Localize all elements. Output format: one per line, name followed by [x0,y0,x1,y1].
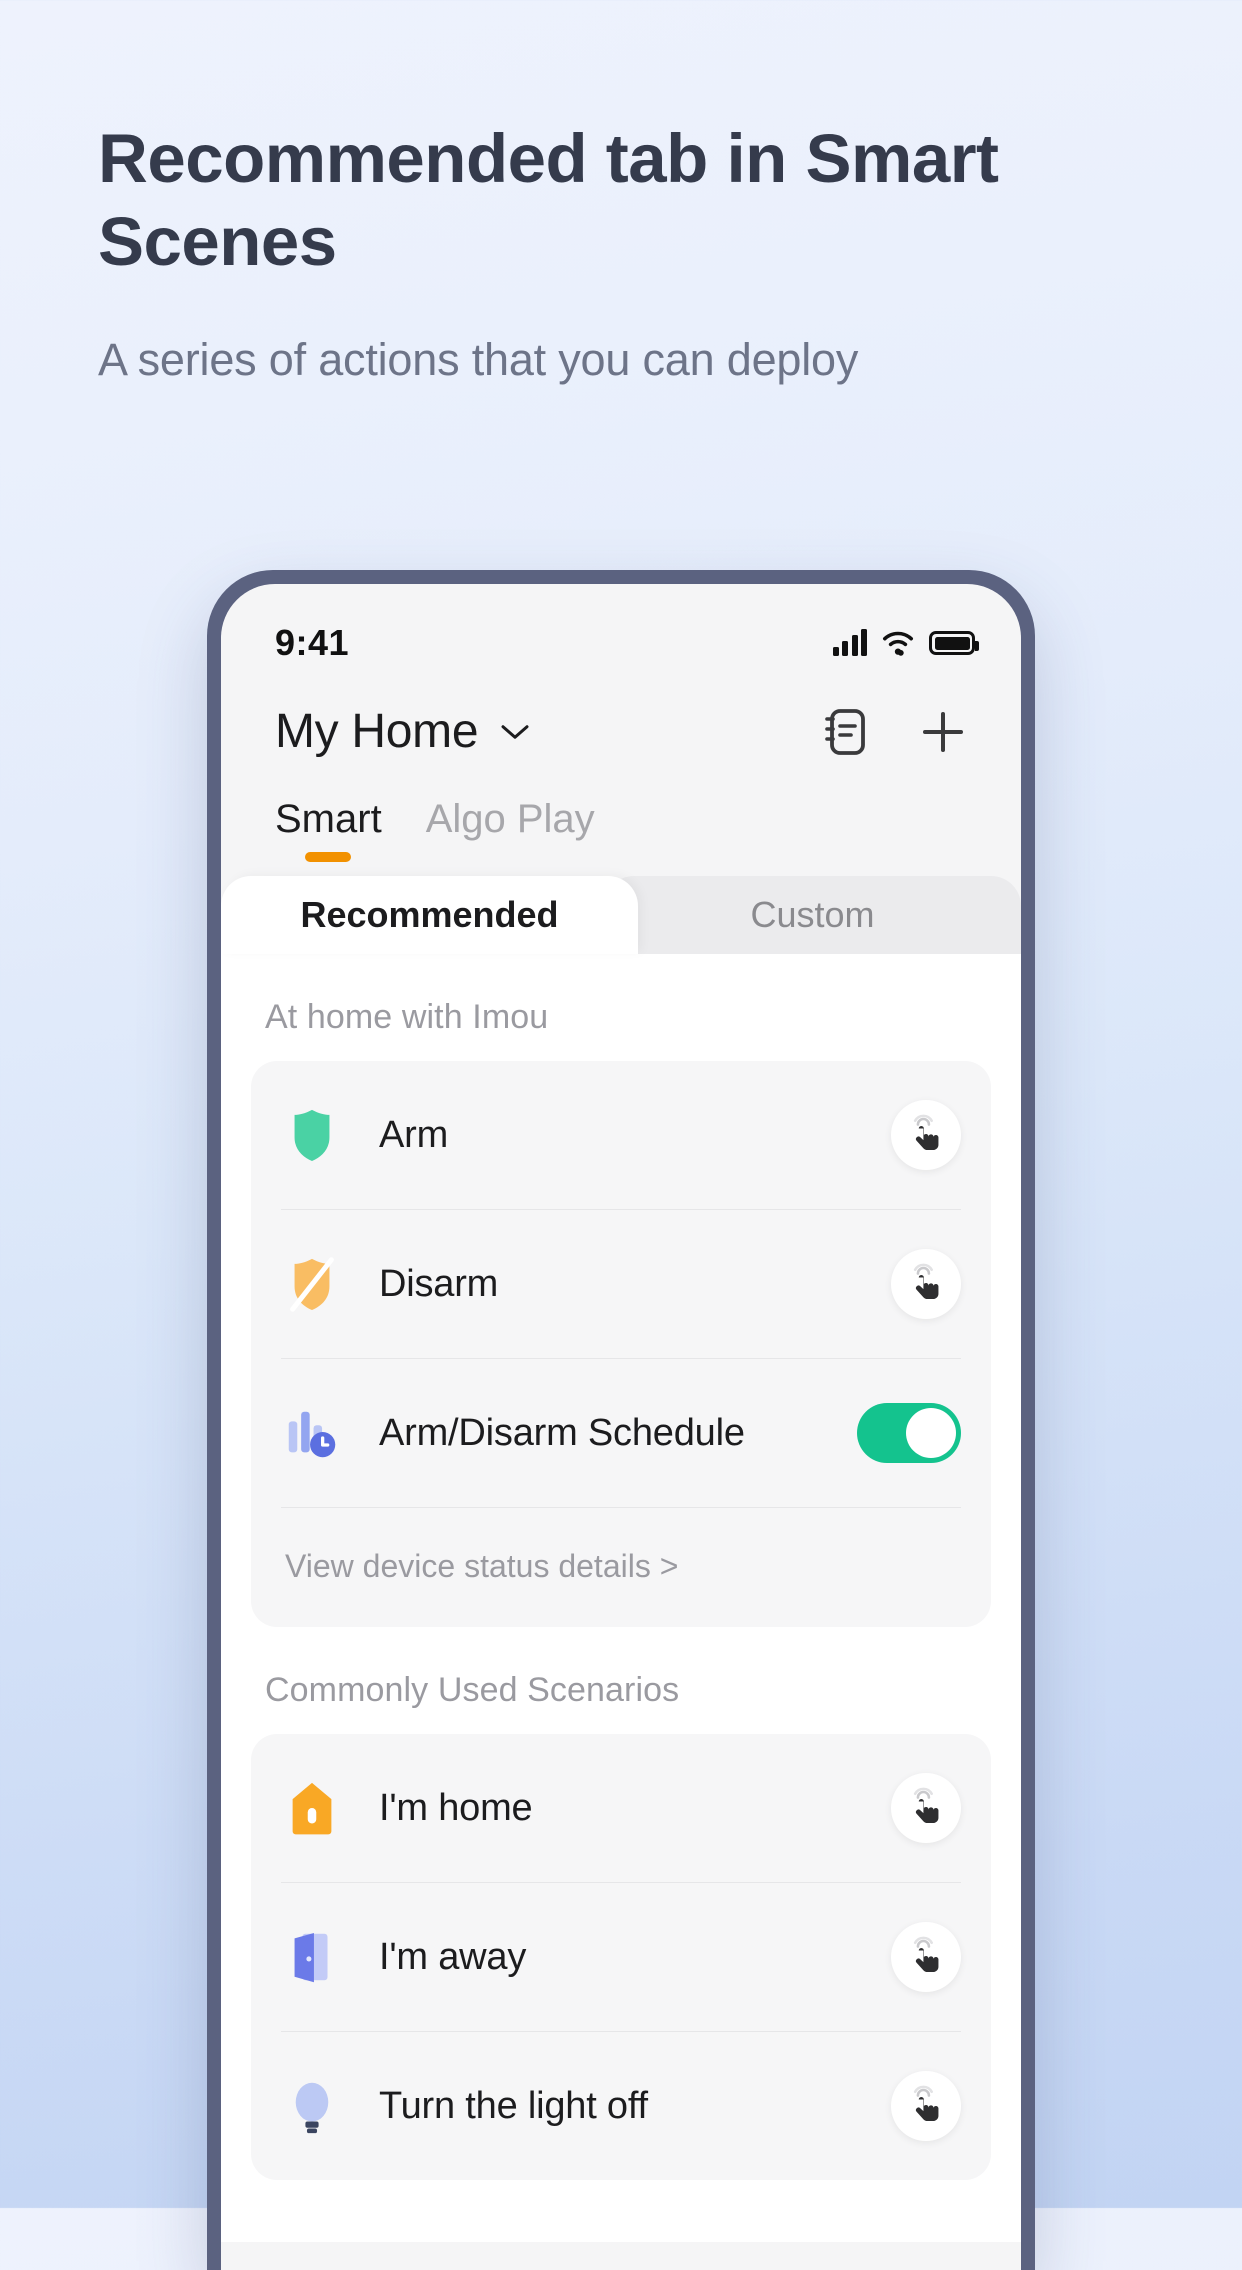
phone-mockup: 9:41 My Home Smart Algo Play Recommended… [207,570,1035,2270]
shield-icon [281,1104,343,1166]
page-title: Recommended tab in Smart Scenes [98,120,999,280]
notebook-icon[interactable] [823,707,867,757]
schedule-toggle[interactable] [857,1403,961,1463]
lightbulb-icon [281,2075,343,2137]
section-header-common-scenarios: Commonly Used Scenarios [265,1671,680,1709]
app-bar: My Home [221,680,1021,759]
shield-off-icon [281,1253,343,1315]
phone-screen: 9:41 My Home Smart Algo Play Recommended… [221,584,1021,2270]
tab-custom[interactable]: Custom [604,876,1021,954]
tap-action-button[interactable] [891,2071,961,2141]
section-header-at-home: At home with Imou [265,998,549,1036]
cellular-signal-icon [832,629,867,656]
card-common-scenarios: I'm home I'm away Turn the light off [251,1734,991,2180]
tab-algo-play-label: Algo Play [425,797,595,841]
list-item[interactable]: I'm away [281,1883,961,2031]
card-at-home: Arm Disarm Arm/Disarm Schedule View devi… [251,1061,991,1627]
plus-icon[interactable] [919,708,967,756]
list-item[interactable]: Arm/Disarm Schedule [281,1359,961,1507]
list-item-label: Arm/Disarm Schedule [379,1411,745,1454]
pill-tabs: Recommended Custom [221,862,1021,954]
tap-hand-icon [913,1936,939,1973]
app-bar-actions [823,707,967,757]
list-item[interactable]: Turn the light off [281,2032,961,2180]
schedule-clock-icon [281,1402,343,1464]
home-title: My Home [275,705,479,758]
tab-smart-label: Smart [275,797,382,841]
page-subtitle: A series of actions that you can deploy [98,333,859,385]
tap-action-button[interactable] [891,1249,961,1319]
list-item-label: I'm home [379,1786,533,1829]
chevron-down-icon [501,724,529,739]
tap-action-button[interactable] [891,1773,961,1843]
tap-hand-icon [913,1787,939,1824]
list-item-label: I'm away [379,1935,527,1978]
tab-recommended[interactable]: Recommended [221,876,638,954]
list-item-label: Arm [379,1113,449,1156]
tap-action-button[interactable] [891,1100,961,1170]
tap-hand-icon [913,1263,939,1300]
battery-full-icon [929,631,979,655]
tap-action-button[interactable] [891,1922,961,1992]
tap-hand-icon [913,1114,939,1151]
status-bar: 9:41 [221,584,1021,680]
list-item[interactable]: Disarm [281,1210,961,1358]
status-bar-clock: 9:41 [275,622,350,663]
segment-tabs: Smart Algo Play [221,759,1021,862]
list-item[interactable]: I'm home [281,1734,961,1882]
list-item-label: Turn the light off [379,2084,648,2127]
view-device-status-link[interactable]: View device status details > [281,1508,961,1627]
house-icon [281,1777,343,1839]
wifi-icon [883,631,913,656]
list-item[interactable]: Arm [281,1061,961,1209]
home-selector[interactable]: My Home [275,704,530,759]
tap-hand-icon [913,2085,939,2122]
door-icon [281,1926,343,1988]
status-bar-icons [832,629,979,657]
tab-smart[interactable]: Smart [275,797,382,862]
promo-block: Recommended tab in Smart Scenes A series… [98,118,1018,390]
list-item-label: Disarm [379,1262,499,1305]
content-sheet: At home with Imou Arm Disarm Arm/Disarm … [221,954,1021,2242]
tab-algo-play[interactable]: Algo Play [426,797,595,862]
